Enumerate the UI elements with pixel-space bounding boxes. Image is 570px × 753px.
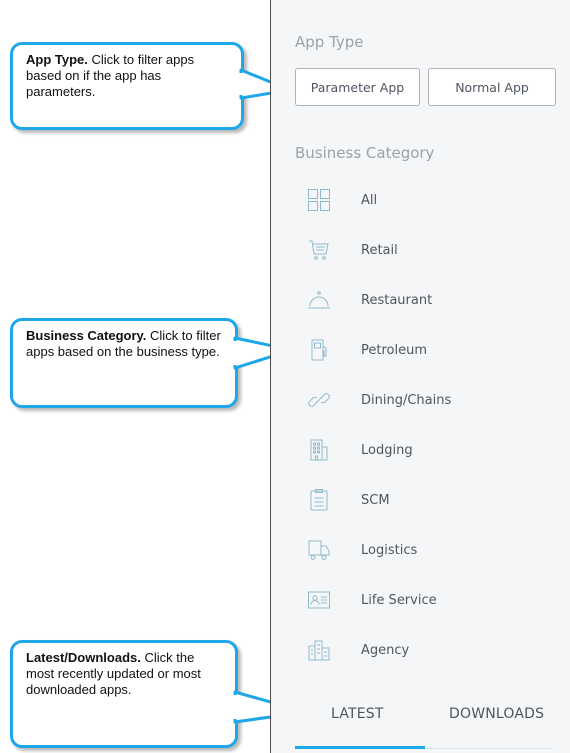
normal-app-button-label: Normal App <box>455 79 529 95</box>
category-label-agency: Agency <box>361 642 410 658</box>
hotel-building-icon <box>307 438 331 462</box>
delivery-truck-icon <box>307 538 331 562</box>
business-category-title: Business Category <box>295 144 435 162</box>
category-item-life-service[interactable]: Life Service <box>295 582 545 618</box>
callout-latest-downloads: Latest/Downloads. Click the most recentl… <box>10 640 238 748</box>
callout-app-type-title: App Type. <box>26 52 88 67</box>
normal-app-button[interactable]: Normal App <box>428 68 556 106</box>
category-item-dining-chains[interactable]: Dining/Chains <box>295 382 545 418</box>
category-label-restaurant: Restaurant <box>361 292 433 308</box>
tab-downloads[interactable]: DOWNLOADS <box>449 706 544 722</box>
category-label-petroleum: Petroleum <box>361 342 427 358</box>
fuel-pump-icon <box>307 338 331 362</box>
category-item-restaurant[interactable]: Restaurant <box>295 282 545 318</box>
category-label-retail: Retail <box>361 242 398 258</box>
id-card-icon <box>307 588 331 612</box>
parameter-app-button-label: Parameter App <box>310 79 405 95</box>
category-label-dining-chains: Dining/Chains <box>361 392 452 408</box>
app-type-title: App Type <box>295 33 364 51</box>
category-item-agency[interactable]: Agency <box>295 632 545 668</box>
shopping-cart-icon <box>307 238 331 262</box>
grid-icon <box>307 188 331 212</box>
callout-app-type: App Type. Click to filter apps based on … <box>10 42 244 130</box>
category-item-all[interactable]: All <box>295 182 545 218</box>
filter-panel: App Type Parameter App Normal App Busine… <box>270 0 570 753</box>
category-label-logistics: Logistics <box>361 542 418 558</box>
chain-link-icon <box>307 388 331 412</box>
category-label-all: All <box>361 192 378 208</box>
cloche-icon <box>307 288 331 312</box>
category-item-scm[interactable]: SCM <box>295 482 545 518</box>
parameter-app-button[interactable]: Parameter App <box>295 68 420 106</box>
category-label-lodging: Lodging <box>361 442 413 458</box>
category-item-petroleum[interactable]: Petroleum <box>295 332 545 368</box>
city-buildings-icon <box>307 638 331 662</box>
category-item-retail[interactable]: Retail <box>295 232 545 268</box>
callout-business-category-title: Business Category. <box>26 328 147 343</box>
category-item-logistics[interactable]: Logistics <box>295 532 545 568</box>
category-item-lodging[interactable]: Lodging <box>295 432 545 468</box>
callout-latest-downloads-title: Latest/Downloads. <box>26 650 141 665</box>
clipboard-icon <box>307 488 331 512</box>
category-label-scm: SCM <box>361 492 390 508</box>
category-label-life-service: Life Service <box>361 592 437 608</box>
tab-active-indicator <box>295 746 425 749</box>
callout-business-category: Business Category. Click to filter apps … <box>10 318 238 408</box>
tab-latest[interactable]: LATEST <box>331 706 384 722</box>
